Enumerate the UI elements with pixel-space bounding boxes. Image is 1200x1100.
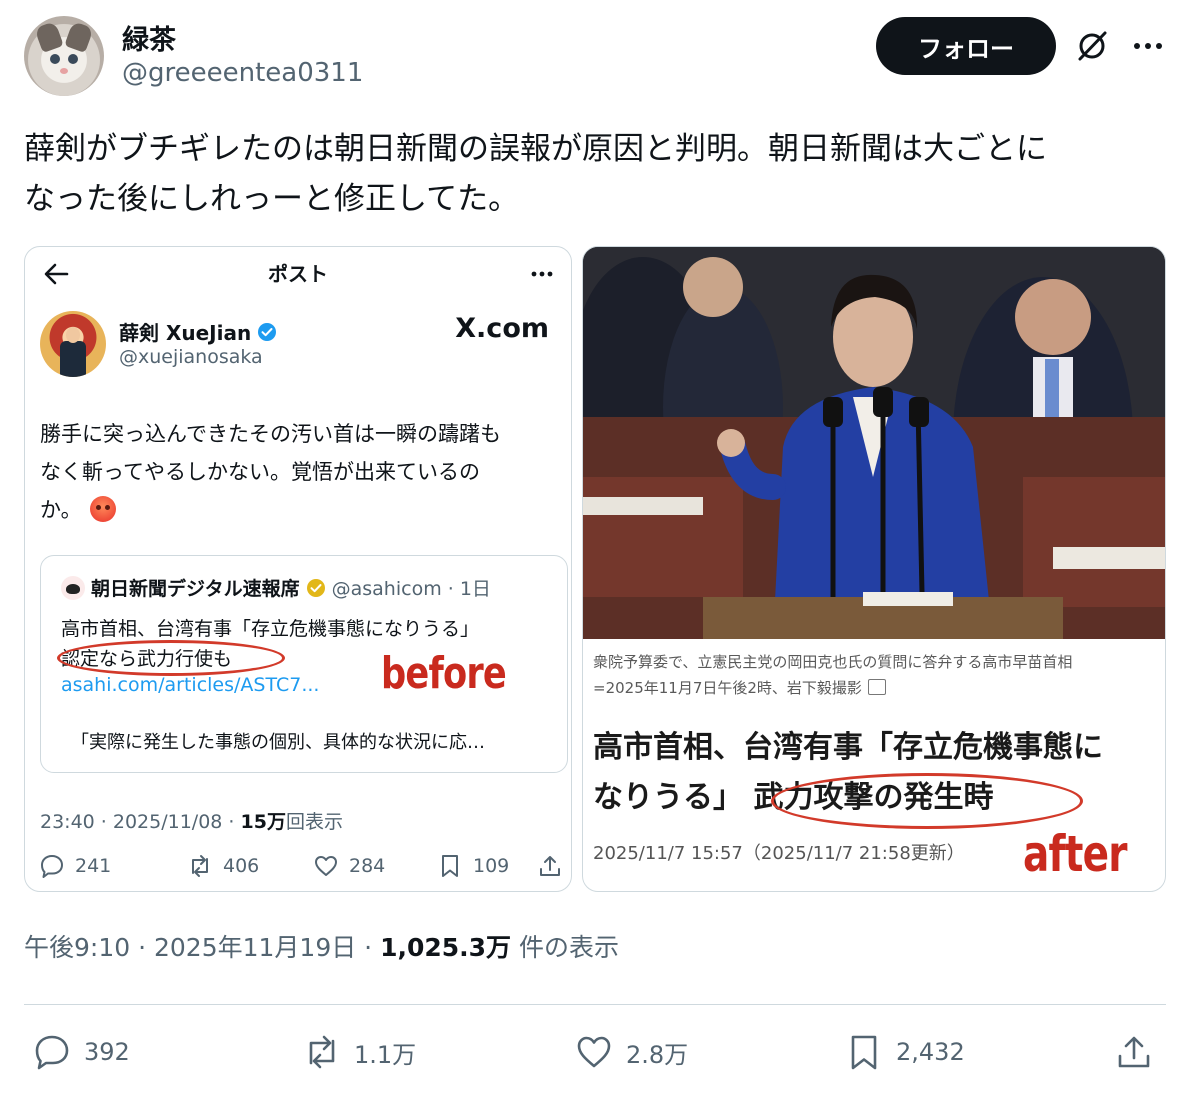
- embedded-like-count: 284: [313, 853, 385, 879]
- photo-caption-line: =2025年11月7日午後2時、岩下毅撮影: [593, 675, 1153, 701]
- asahi-logo-icon: [61, 575, 85, 600]
- verified-gold-badge-icon: [306, 578, 325, 597]
- quoted-handle-time: @asahicom · 1日: [331, 578, 491, 600]
- reply-button[interactable]: 392: [32, 1032, 130, 1072]
- embedded-bookmark-count: 109: [437, 853, 509, 879]
- bookmark-button[interactable]: 2,432: [844, 1032, 965, 1072]
- embedded-reply-count-text: 241: [75, 855, 112, 877]
- embedded-post-text: 勝手に突っ込んできたその汚い首は一瞬の躊躇も なく斬ってやるしかない。覚悟が出来…: [40, 415, 565, 529]
- embedded-post-meta: 23:40 · 2025/11/08 · 15万回表示: [40, 807, 343, 834]
- embedded-image-after[interactable]: 衆院予算委で、立憲民主党の岡田克也氏の質問に答弁する高市早苗首相 =2025年1…: [582, 246, 1166, 892]
- angry-face-icon: [89, 496, 116, 522]
- embedded-header-title: ポスト: [268, 262, 328, 286]
- after-annotation: after: [1023, 825, 1127, 883]
- embedded-image-before[interactable]: ポスト 薛剣 XueJian @xuejianosaka X.com 勝手に突っ…: [24, 246, 572, 892]
- embedded-author-name-text: 薛剣 XueJian: [119, 321, 252, 345]
- embedded-repost-count-text: 406: [223, 855, 260, 877]
- embedded-action-bar: 241 406 284 109: [37, 853, 567, 883]
- author-display-name[interactable]: 緑茶: [122, 18, 176, 57]
- site-logo: X.com: [455, 313, 549, 344]
- red-circle-annotation: [57, 640, 285, 676]
- embedded-post-time: 23:40 · 2025/11/08 ·: [40, 811, 241, 833]
- before-annotation: before: [381, 648, 507, 699]
- heart-icon: [577, 1036, 611, 1068]
- quoted-author-name: 朝日新聞デジタル速報席: [91, 578, 300, 600]
- tweet-meta: 午後9:10 · 2025年11月19日 · 1,025.3万 件の表示: [24, 928, 619, 964]
- bookmark-count: 2,432: [896, 1038, 965, 1066]
- more-icon[interactable]: [1128, 26, 1168, 66]
- red-circle-annotation: [771, 773, 1083, 829]
- share-button[interactable]: [1114, 1032, 1154, 1072]
- share-icon: [1118, 1036, 1150, 1068]
- follow-button[interactable]: フォロー: [876, 17, 1056, 75]
- embedded-post-views-suffix: 回表示: [285, 811, 343, 833]
- embedded-like-count-text: 284: [349, 855, 386, 877]
- embedded-author-name: 薛剣 XueJian: [119, 317, 277, 346]
- photo-caption: 衆院予算委で、立憲民主党の岡田克也氏の質問に答弁する高市早苗首相 =2025年1…: [593, 649, 1153, 701]
- like-count: 2.8万: [626, 1040, 689, 1069]
- news-photo-scene: [583, 247, 1165, 639]
- verified-badge-icon: [258, 322, 277, 341]
- embedded-post-line: なく斬ってやるしかない。覚悟が出来ているの: [40, 460, 480, 484]
- tweet-text: 薛剣がブチギレたのは朝日新聞の誤報が原因と判明。朝日新聞は大ごとに なった後にし…: [24, 124, 1174, 224]
- embedded-repost-count: 406: [187, 853, 259, 879]
- article-date: 2025/11/7 15:57（2025/11/7 21:58更新）: [593, 843, 965, 864]
- share-icon: [540, 856, 560, 876]
- embedded-reply-count: 241: [39, 853, 111, 879]
- tweet-text-line: 薛剣がブチギレたのは朝日新聞の誤報が原因と判明。朝日新聞は大ごとに: [24, 131, 1047, 167]
- grok-icon[interactable]: [1072, 26, 1112, 66]
- author-avatar[interactable]: [24, 16, 104, 96]
- embedded-author-handle: @xuejianosaka: [119, 346, 263, 368]
- like-button[interactable]: 2.8万: [574, 1032, 688, 1072]
- quoted-text-line: 高市首相、台湾有事「存立危機事態になりうる」: [61, 618, 480, 640]
- article-headline-line: 高市首相、台湾有事「存立危機事態に: [593, 730, 1103, 765]
- photo-caption-line: 衆院予算委で、立憲民主党の岡田克也氏の質問に答弁する高市早苗首相: [593, 653, 1073, 671]
- embedded-share: [537, 853, 563, 879]
- tweet-view-suffix: 件の表示: [511, 933, 620, 962]
- repost-button[interactable]: 1.1万: [302, 1032, 416, 1072]
- quoted-post: 朝日新聞デジタル速報席 @asahicom · 1日 高市首相、台湾有事「存立危…: [40, 555, 568, 773]
- heart-icon: [315, 856, 337, 876]
- repost-icon: [192, 855, 208, 877]
- reply-icon: [35, 1035, 69, 1070]
- tweet-timestamp[interactable]: 午後9:10 · 2025年11月19日 ·: [24, 933, 380, 962]
- embedded-post-line: 勝手に突っ込んできたその汚い首は一瞬の躊躇も: [40, 422, 501, 446]
- bookmark-icon: [442, 855, 458, 877]
- embedded-post-line-text: か。: [40, 498, 82, 522]
- repost-icon: [309, 1035, 335, 1069]
- embedded-post-views: 15万: [240, 811, 286, 833]
- author-handle[interactable]: @greeeentea0311: [122, 58, 363, 88]
- reply-icon: [41, 855, 63, 878]
- tweet-text-line: なった後にしれっーと修正してた。: [24, 181, 520, 217]
- embedded-author-avatar: [40, 311, 106, 377]
- photo-caption-line-text: =2025年11月7日午後2時、岩下毅撮影: [593, 679, 862, 697]
- image-icon: [867, 679, 886, 695]
- quoted-excerpt: 「実際に発生した事態の個別、具体的な状況に応…: [71, 732, 485, 753]
- tweet-view-count: 1,025.3万: [380, 933, 512, 962]
- bookmark-icon: [851, 1035, 877, 1070]
- reply-count: 392: [84, 1038, 130, 1066]
- embedded-post-line: か。: [40, 491, 565, 529]
- embedded-bookmark-count-text: 109: [473, 855, 510, 877]
- divider: [24, 1004, 1166, 1005]
- quoted-link: asahi.com/articles/ASTC7...: [61, 674, 320, 696]
- news-photo: [583, 247, 1165, 639]
- repost-count: 1.1万: [354, 1040, 417, 1069]
- quoted-post-header: 朝日新聞デジタル速報席 @asahicom · 1日: [61, 574, 491, 601]
- more-icon: [531, 271, 553, 277]
